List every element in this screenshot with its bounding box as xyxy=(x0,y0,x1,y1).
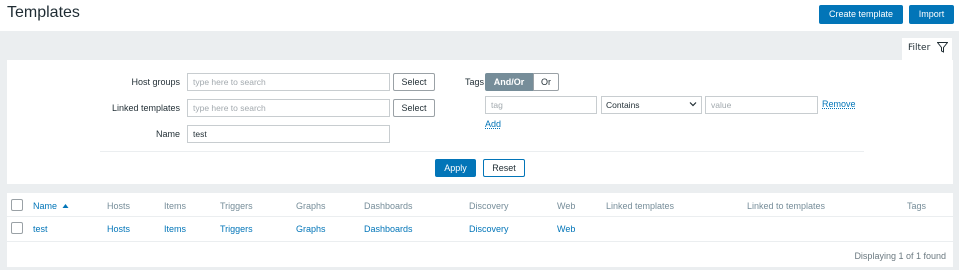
tags-operator-and-or[interactable]: And/Or xyxy=(485,73,533,91)
create-template-button[interactable]: Create template xyxy=(819,5,903,24)
chevron-down-icon xyxy=(689,102,697,107)
reset-button[interactable]: Reset xyxy=(483,159,525,177)
row-checkbox[interactable] xyxy=(11,222,23,234)
apply-button[interactable]: Apply xyxy=(435,159,476,177)
column-header-dashboards: Dashboards xyxy=(364,201,413,211)
row-graphs-link[interactable]: Graphs xyxy=(296,224,326,234)
table-footer-divider xyxy=(7,241,953,242)
tag-value-input[interactable]: value xyxy=(705,96,818,114)
page-header: Templates Create template Import xyxy=(0,0,959,31)
column-header-linked-templates: Linked templates xyxy=(606,201,675,211)
column-header-web: Web xyxy=(557,201,576,211)
row-items-link[interactable]: Items xyxy=(164,224,186,234)
filter-divider xyxy=(100,151,864,152)
host-groups-select-button[interactable]: Select xyxy=(393,73,435,91)
linked-templates-input[interactable]: type here to search xyxy=(187,99,390,117)
linked-templates-label: Linked templates xyxy=(111,103,180,113)
column-header-graphs: Graphs xyxy=(296,201,326,211)
filter-panel: Host groups type here to search Select L… xyxy=(7,60,953,184)
name-input[interactable]: test xyxy=(187,125,390,143)
sort-ascending-icon xyxy=(62,204,69,208)
tag-operator-select[interactable]: Contains xyxy=(601,96,702,114)
row-hosts-link[interactable]: Hosts xyxy=(107,224,130,234)
column-header-linked-to-templates: Linked to templates xyxy=(747,201,826,211)
column-header-name-label: Name xyxy=(33,201,58,211)
tag-operator-value: Contains xyxy=(606,100,640,110)
tags-label: Tags xyxy=(464,77,484,87)
tag-add-link[interactable]: Add xyxy=(485,119,501,129)
name-label: Name xyxy=(155,129,180,139)
host-groups-label: Host groups xyxy=(131,77,180,87)
table-footer-count: Displaying 1 of 1 found xyxy=(854,251,946,261)
row-name-link[interactable]: test xyxy=(33,224,48,234)
linked-templates-select-button[interactable]: Select xyxy=(393,99,435,117)
row-discovery-link[interactable]: Discovery xyxy=(469,224,509,234)
column-header-name[interactable]: Name xyxy=(33,201,69,211)
row-dashboards-link[interactable]: Dashboards xyxy=(364,224,413,234)
page-title: Templates xyxy=(7,4,80,21)
import-button[interactable]: Import xyxy=(909,5,954,24)
host-groups-input[interactable]: type here to search xyxy=(187,73,390,91)
tags-operator-or[interactable]: Or xyxy=(533,73,559,91)
tag-name-input[interactable]: tag xyxy=(485,96,597,114)
column-header-hosts: Hosts xyxy=(107,201,131,211)
filter-tab-label: Filter xyxy=(908,43,931,53)
header-row-divider xyxy=(7,216,953,217)
filter-tab[interactable]: Filter xyxy=(902,38,952,60)
column-header-discovery: Discovery xyxy=(469,201,509,211)
row-triggers-link[interactable]: Triggers xyxy=(220,224,253,234)
column-header-triggers: Triggers xyxy=(220,201,253,211)
filter-icon xyxy=(937,42,948,53)
templates-table: Name Hosts Items Triggers Graphs Dashboa… xyxy=(7,193,953,267)
tag-remove-link[interactable]: Remove xyxy=(822,99,856,109)
column-header-tags: Tags xyxy=(907,201,927,211)
row-web-link[interactable]: Web xyxy=(557,224,575,234)
select-all-checkbox[interactable] xyxy=(11,199,23,211)
column-header-items: Items xyxy=(164,201,187,211)
